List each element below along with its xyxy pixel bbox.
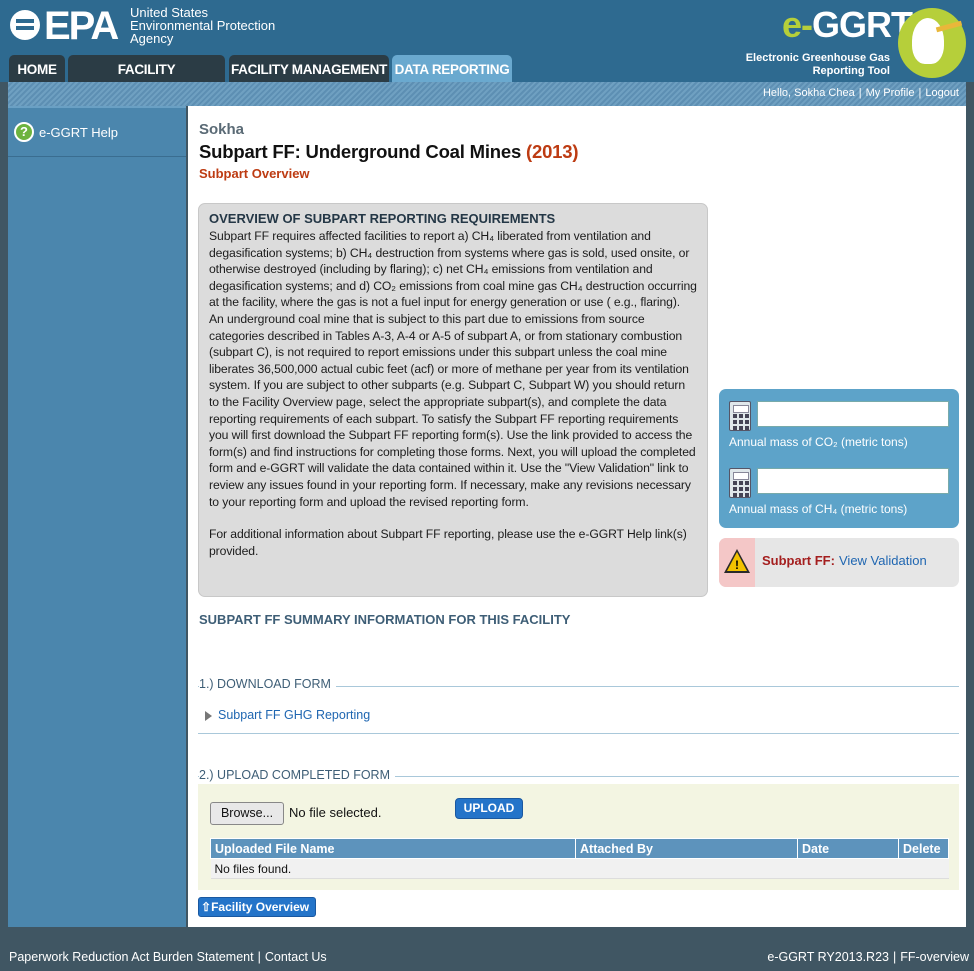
overview-text: Subpart FF requires affected facilities … — [209, 229, 697, 509]
co2-mass-field — [757, 401, 949, 427]
empty-table-message: No files found. — [210, 858, 949, 879]
validation-box: ! Subpart FF: View Validation — [719, 538, 959, 587]
sidebar-divider — [8, 156, 186, 157]
uploaded-files-table: Uploaded File Name Attached By Date Dele… — [210, 838, 949, 879]
epa-logo[interactable]: EPA United States Environmental Protecti… — [10, 4, 290, 48]
header: EPA United States Environmental Protecti… — [0, 0, 974, 106]
download-section-title: 1.) DOWNLOAD FORM — [199, 677, 336, 691]
user-greeting: Hello, Sokha Chea — [762, 87, 855, 99]
version-text: e-GGRT RY2013.R23 — [767, 950, 889, 964]
facility-name: Sokha — [199, 121, 245, 138]
section-divider — [198, 733, 959, 734]
contact-us-link[interactable]: Contact Us — [265, 950, 327, 964]
main-content: Sokha Subpart FF: Underground Coal Mines… — [188, 106, 966, 927]
triangle-right-icon — [205, 711, 212, 721]
facility-overview-button[interactable]: ⇧Facility Overview — [198, 897, 316, 917]
tab-facility-registration[interactable]: FACILITY REGISTRATION — [68, 55, 225, 106]
table-row: No files found. — [210, 858, 949, 879]
my-profile-link[interactable]: My Profile — [866, 87, 915, 99]
table-header-row: Uploaded File Name Attached By Date Dele… — [210, 838, 949, 859]
arrow-up-icon: ⇧ — [201, 900, 212, 914]
tab-facility-management[interactable]: FACILITY MANAGEMENT — [229, 55, 389, 82]
overview-title: OVERVIEW OF SUBPART REPORTING REQUIREMEN… — [209, 211, 556, 226]
sidebar-item-help[interactable]: ? e-GGRT Help — [8, 106, 186, 156]
validation-label: Subpart FF: — [762, 553, 835, 568]
paperwork-link[interactable]: Paperwork Reduction Act Burden Statement — [9, 950, 254, 964]
reporting-year: (2013) — [526, 141, 579, 162]
sidebar-item-label: e-GGRT Help — [39, 125, 118, 140]
browse-button[interactable]: Browse... — [210, 802, 284, 825]
epa-wordmark: EPA — [44, 4, 119, 48]
sidebar: ? e-GGRT Help — [8, 106, 186, 927]
help-question-icon: ? — [14, 122, 34, 142]
calculator-icon — [729, 468, 751, 498]
co2-mass-label: Annual mass of CO₂ (metric tons) — [729, 435, 908, 449]
user-bar: Hello, Sokha Chea | My Profile | Logout — [8, 82, 966, 106]
ch4-mass-label: Annual mass of CH₄ (metric tons) — [729, 502, 908, 516]
eggrt-wordmark: e-GGRT — [782, 4, 913, 45]
page-title: Subpart FF: Underground Coal Mines (2013… — [199, 141, 579, 162]
overview-help-text: For additional information about Subpart… — [209, 527, 687, 558]
tab-data-reporting[interactable]: DATA REPORTING — [392, 55, 512, 82]
download-form-link[interactable]: Subpart FF GHG Reporting — [218, 708, 370, 722]
egret-bird-icon — [898, 8, 966, 78]
upload-area: Browse... No file selected. UPLOAD Uploa… — [198, 784, 959, 890]
eggrt-tagline: Electronic Greenhouse Gas Reporting Tool — [745, 52, 890, 77]
agency-name: United States Environmental Protection A… — [130, 5, 276, 46]
epa-flower-icon — [10, 10, 40, 40]
column-delete: Delete — [898, 838, 949, 859]
view-validation-link[interactable]: View Validation — [839, 553, 927, 568]
page-id-text: FF-overview — [900, 950, 969, 964]
selected-file-status: No file selected. — [289, 805, 382, 820]
emissions-summary-panel: Annual mass of CO₂ (metric tons) Annual … — [719, 389, 959, 528]
footer: Paperwork Reduction Act Burden Statement… — [9, 950, 969, 964]
tab-home[interactable]: HOME — [9, 55, 65, 82]
page-subtitle: Subpart Overview — [199, 166, 310, 181]
eggrt-logo: e-GGRT Electronic Greenhouse Gas Reporti… — [740, 4, 970, 80]
calculator-icon — [729, 401, 751, 431]
overview-panel: OVERVIEW OF SUBPART REPORTING REQUIREMEN… — [198, 203, 708, 597]
column-date: Date — [797, 838, 899, 859]
column-attached-by: Attached By — [575, 838, 798, 859]
summary-section-title: SUBPART FF SUMMARY INFORMATION FOR THIS … — [199, 612, 571, 627]
upload-button[interactable]: UPLOAD — [455, 798, 523, 819]
logout-link[interactable]: Logout — [925, 87, 959, 99]
ch4-mass-field — [757, 468, 949, 494]
column-file-name: Uploaded File Name — [210, 838, 576, 859]
upload-section-title: 2.) UPLOAD COMPLETED FORM — [199, 768, 395, 782]
